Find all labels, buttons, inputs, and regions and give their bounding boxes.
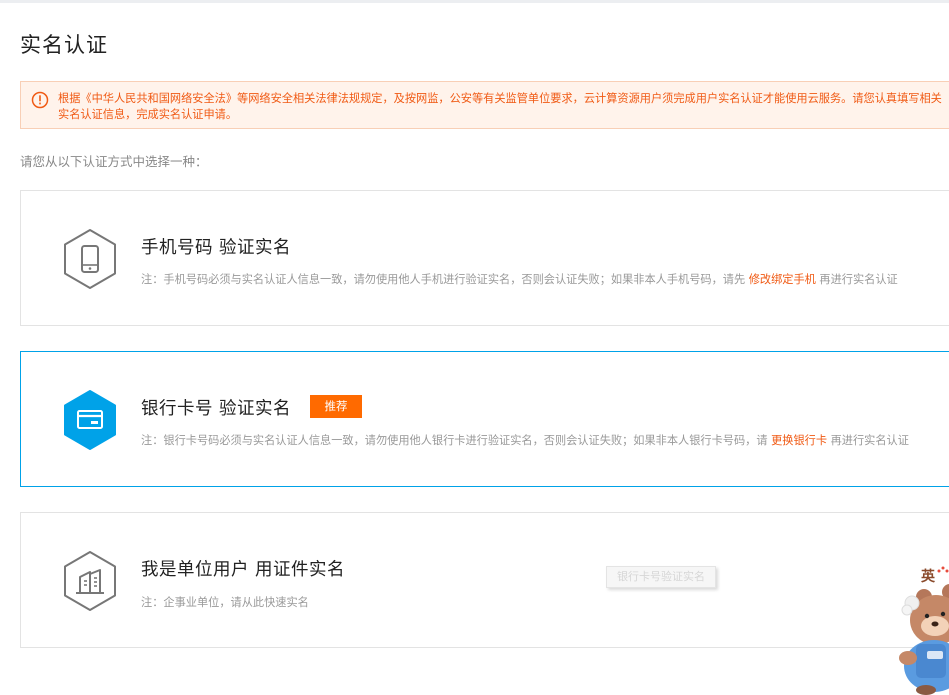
mobile-phone-icon <box>64 229 116 289</box>
building-icon <box>64 551 116 611</box>
top-divider <box>0 0 949 3</box>
mascot-bear-icon[interactable]: 英 <box>890 558 949 695</box>
method-card-bank[interactable]: 银行卡号 验证实名 推荐 注：银行卡号码必须与实名认证人信息一致，请勿使用他人银… <box>20 351 949 487</box>
method-note-enterprise: 注：企事业单位，请从此快速实名 <box>141 596 309 609</box>
notice-text: 根据《中华人民共和国网络安全法》等网络安全相关法律法规规定，及按网监，公安等有关… <box>58 92 942 121</box>
method-title-bank: 银行卡号 验证实名 <box>141 399 292 419</box>
method-card-enterprise[interactable]: 我是单位用户 用证件实名 注：企事业单位，请从此快速实名 <box>20 512 949 648</box>
method-note-phone: 注：手机号码必须与实名认证人信息一致，请勿使用他人手机进行验证实名，否则会认证失… <box>141 273 898 286</box>
notice-banner: 根据《中华人民共和国网络安全法》等网络安全相关法律法规规定，及按网监，公安等有关… <box>20 81 949 129</box>
recommended-badge: 推荐 <box>310 395 362 418</box>
choose-method-prompt: 请您从以下认证方式中选择一种： <box>20 154 208 169</box>
warning-icon <box>31 91 49 109</box>
change-bound-phone-link[interactable]: 修改绑定手机 <box>749 273 816 286</box>
bank-card-icon <box>64 390 116 450</box>
mascot-label: 英 <box>920 568 936 585</box>
method-note-bank: 注：银行卡号码必须与实名认证人信息一致，请勿使用他人银行卡进行验证实名，否则会认… <box>141 434 909 447</box>
method-card-phone[interactable]: 手机号码 验证实名 注：手机号码必须与实名认证人信息一致，请勿使用他人手机进行验… <box>20 190 949 326</box>
page-title: 实名认证 <box>20 33 108 57</box>
change-bank-card-link[interactable]: 更换银行卡 <box>771 434 827 447</box>
drag-tooltip: 银行卡号验证实名 <box>606 566 716 588</box>
method-title-phone: 手机号码 验证实名 <box>141 238 292 258</box>
method-title-enterprise: 我是单位用户 用证件实名 <box>141 560 346 580</box>
